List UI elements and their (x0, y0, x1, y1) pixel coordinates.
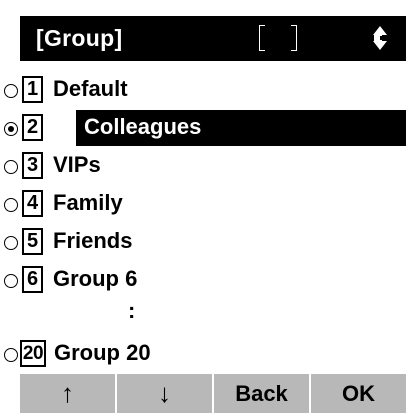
item-number: 5 (22, 228, 43, 255)
input-field[interactable] (259, 23, 297, 53)
list-item[interactable]: 1 Default (0, 72, 406, 110)
item-number: 2 (22, 114, 43, 141)
up-softkey[interactable]: ↑ (20, 374, 117, 413)
back-softkey[interactable]: Back (214, 374, 311, 413)
header-bar: [Group] (20, 16, 406, 61)
left-bracket (259, 25, 265, 51)
phone-display: [Group] 1 Default 2 Colleagues 3 VIPs 4 … (0, 0, 406, 413)
list-item[interactable]: 3 VIPs (0, 148, 406, 186)
list-item[interactable]: 2 Colleagues (0, 110, 406, 148)
item-label: Family (53, 190, 123, 215)
item-number: 20 (20, 340, 46, 367)
radio-button[interactable] (4, 160, 18, 174)
list-item[interactable]: 5 Friends (0, 224, 406, 262)
item-number: 4 (22, 190, 43, 217)
item-label: Default (53, 76, 128, 101)
radio-button-selected[interactable] (4, 122, 18, 136)
item-label: VIPs (53, 152, 101, 177)
ok-softkey[interactable]: OK (311, 374, 406, 413)
radio-button[interactable] (4, 198, 18, 212)
radio-button[interactable] (4, 348, 18, 362)
radio-button[interactable] (4, 274, 18, 288)
up-down-arrow-icon (368, 24, 392, 52)
item-number: 1 (22, 76, 43, 103)
item-number: 3 (22, 152, 43, 179)
list-item[interactable]: 6 Group 6 (0, 262, 406, 300)
item-number: 6 (22, 266, 43, 293)
item-label: Colleagues (84, 114, 202, 139)
ellipsis-text: : (128, 298, 136, 323)
list-item[interactable]: 4 Family (0, 186, 406, 224)
page-title: [Group] (36, 25, 123, 51)
item-label: Friends (53, 228, 133, 253)
right-bracket (291, 25, 297, 51)
softkey-bar: ↑ ↓ Back OK (20, 374, 406, 413)
down-softkey[interactable]: ↓ (117, 374, 214, 413)
item-label: Group 20 (54, 340, 151, 365)
item-label: Group 6 (53, 266, 138, 291)
list-item[interactable]: 20 Group 20 (0, 336, 406, 374)
radio-button[interactable] (4, 84, 18, 98)
radio-button[interactable] (4, 236, 18, 250)
